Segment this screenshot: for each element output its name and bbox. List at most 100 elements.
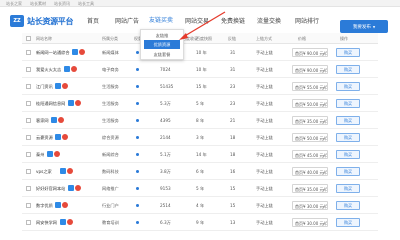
logo-text: 站长资源平台 <box>27 16 74 26</box>
row-checkbox[interactable] <box>26 101 31 106</box>
site-name[interactable]: 数字优质 <box>36 203 53 209</box>
weight-icon <box>136 136 139 139</box>
buy-button[interactable]: 购买 <box>336 184 360 193</box>
dropdown-item-link-package[interactable]: 友链套餐 <box>141 50 183 59</box>
hot-icon <box>53 151 60 157</box>
site-pr: 6.3万 <box>160 220 171 225</box>
header-backlinks: 反链 <box>228 36 236 41</box>
site-category: 行业门户 <box>102 203 119 208</box>
hot-icon <box>62 202 69 208</box>
chevron-down-icon: ▼ <box>322 170 325 175</box>
nav-site-trade[interactable]: 网站交易 <box>180 7 214 33</box>
nav-traffic-exchange[interactable]: 流量交换 <box>252 7 286 33</box>
buy-button[interactable]: 购买 <box>336 99 360 108</box>
site-name[interactable]: 桂阳通网信息网 <box>36 101 65 107</box>
site-backlinks: 15 <box>230 186 236 191</box>
header-action: 操作 <box>340 36 348 41</box>
site-method: 手动上链 <box>256 135 273 140</box>
row-checkbox[interactable] <box>26 152 31 157</box>
price-select[interactable]: 首页¥ 55.00 元/月 ▼ <box>292 82 328 91</box>
dropdown-item-quality-resources[interactable]: 优质资源 <box>144 40 180 49</box>
topbar-link-3[interactable]: 站长资讯 <box>54 1 70 7</box>
row-checkbox[interactable] <box>26 135 31 140</box>
site-backlinks: 15 <box>230 203 236 208</box>
price-select[interactable]: 首页¥ 50.00 元/月 ▼ <box>292 133 328 142</box>
site-category: 生活服务 <box>102 84 119 89</box>
site-pr: 3.8万 <box>160 169 171 174</box>
topbar-link-1[interactable]: 站长之家 <box>6 1 22 7</box>
select-all-checkbox[interactable] <box>26 36 31 41</box>
site-method: 手动上链 <box>256 203 273 208</box>
row-checkbox[interactable] <box>26 203 31 208</box>
row-checkbox[interactable] <box>26 186 31 191</box>
site-name[interactable]: 江门资讯 <box>36 84 53 90</box>
site-method: 手动上链 <box>256 169 273 174</box>
price-select[interactable]: 首页¥ 30.00 元/月 ▼ <box>292 201 328 210</box>
site-snapshot: 10 年 <box>196 50 207 55</box>
site-name[interactable]: vps之家 <box>36 169 52 175</box>
topbar-link-2[interactable]: 站长素材 <box>30 1 46 7</box>
nav-site-ranking[interactable]: 网站排行 <box>288 7 326 33</box>
price-select[interactable]: 首页¥ 30.00 元/月 ▼ <box>292 218 328 227</box>
price-select[interactable]: 首页¥ 35.00 元/月 ▼ <box>292 116 328 125</box>
buy-button[interactable]: 购买 <box>336 150 360 159</box>
verified-icon <box>55 83 62 89</box>
chevron-down-icon: ▼ <box>322 102 325 107</box>
site-name[interactable]: 好好好官网本站 <box>36 186 65 192</box>
site-backlinks: 23 <box>230 101 236 106</box>
buy-button[interactable]: 购买 <box>336 65 360 74</box>
buy-button[interactable]: 购买 <box>336 48 360 57</box>
site-name[interactable]: 云豪资源 <box>36 135 53 141</box>
chevron-down-icon: ▼ <box>322 68 325 73</box>
price-select[interactable]: 首页¥ 50.00 元/月 ▼ <box>292 99 328 108</box>
site-name[interactable]: 我爱火火太吉 <box>36 67 61 73</box>
site-name[interactable]: 客家网 <box>36 118 49 124</box>
site-backlinks: 31 <box>230 50 236 55</box>
nav-site-ads[interactable]: 网站广告 <box>110 7 144 33</box>
link-table: 网站名称 所属分类 权重 PR 百度收录 百度快照 反链 上链方式 价格 操作 … <box>22 33 378 235</box>
buy-button[interactable]: 购买 <box>336 201 360 210</box>
topbar-link-4[interactable]: 站长工具 <box>78 1 94 7</box>
row-checkbox[interactable] <box>26 169 31 174</box>
row-checkbox[interactable] <box>26 118 31 123</box>
hot-icon <box>75 185 82 191</box>
buy-button[interactable]: 购买 <box>336 133 360 142</box>
weight-icon <box>136 187 139 190</box>
hot-icon <box>75 100 82 106</box>
price-select[interactable]: 首页¥ 90.00 元/月 ▼ <box>292 65 328 74</box>
row-checkbox[interactable] <box>26 220 31 225</box>
site-pr: 4395 <box>160 118 171 123</box>
hot-icon <box>70 66 77 72</box>
price-select[interactable]: 首页¥ 45.00 元/月 ▼ <box>292 150 328 159</box>
price-select[interactable]: 首页¥ 90.00 元/月 ▼ <box>292 48 328 57</box>
site-snapshot: 9 年 <box>196 220 205 225</box>
header-snapshot: 百度快照 <box>196 36 212 41</box>
buy-button[interactable]: 购买 <box>336 218 360 227</box>
row-checkbox[interactable] <box>26 67 31 72</box>
nav-home[interactable]: 首页 <box>80 7 106 33</box>
chevron-down-icon: ▼ <box>322 204 325 209</box>
chevron-down-icon: ▼ <box>322 221 325 226</box>
nav-free-links[interactable]: 免费换链 <box>216 7 250 33</box>
dropdown-item-link-push[interactable]: 友链推 <box>141 31 183 40</box>
buy-button[interactable]: 购买 <box>336 82 360 91</box>
table-row: 云豪资源 综合资源 2144 3 年 18 手动上链 首页¥ 50.00 元/月 ▼ 购买 <box>22 129 378 146</box>
price-select[interactable]: 首页¥ 35.00 元/月 ▼ <box>292 184 328 193</box>
row-checkbox[interactable] <box>26 50 31 55</box>
site-snapshot: 15 年 <box>196 84 207 89</box>
site-method: 手动上链 <box>256 84 273 89</box>
price-select[interactable]: 首页¥ 40.00 元/月 ▼ <box>292 167 328 176</box>
site-name[interactable]: 泰州 <box>36 152 44 158</box>
hot-icon <box>66 219 73 225</box>
release-button[interactable]: 我要发布 ▼ <box>340 20 388 33</box>
row-checkbox[interactable] <box>26 84 31 89</box>
site-name[interactable]: 网安快学网 <box>36 220 57 226</box>
site-snapshot: 10 年 <box>196 67 207 72</box>
table-row: 我爱火火太吉 电子商务 7024 10 年 31 手动上链 首页¥ 90.00 元/月 ▼ 购买 <box>22 61 378 78</box>
site-logo[interactable]: ZZ 站长资源平台 <box>10 14 74 28</box>
header-method: 上链方式 <box>256 36 272 41</box>
buy-button[interactable]: 购买 <box>336 167 360 176</box>
buy-button[interactable]: 购买 <box>336 116 360 125</box>
site-name[interactable]: 新闻网一站通综合 <box>36 50 70 56</box>
site-snapshot: 5 年 <box>196 101 205 106</box>
